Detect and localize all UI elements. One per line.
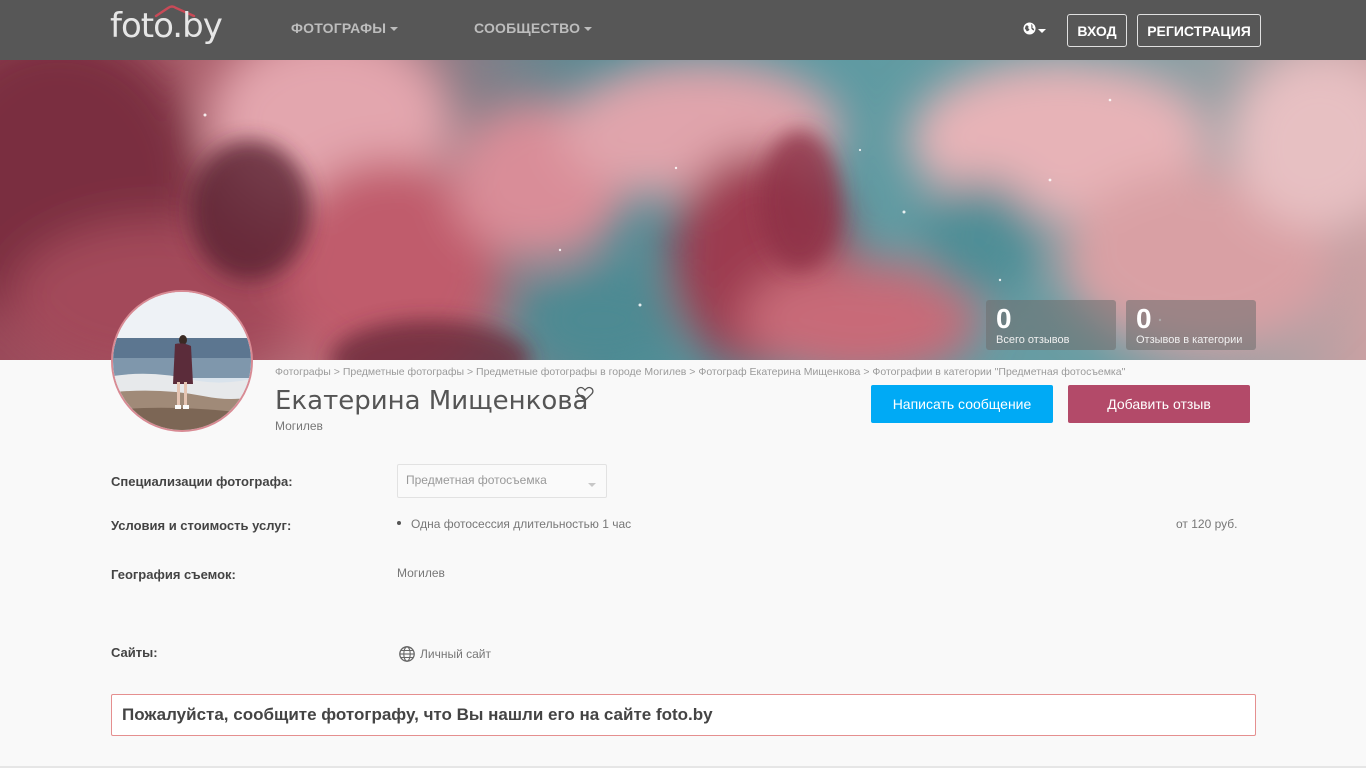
- specializations-label: Специализации фотографа:: [111, 474, 293, 489]
- bullet-icon: [397, 520, 401, 525]
- breadcrumb-separator: >: [333, 366, 340, 378]
- globe-icon: [1023, 22, 1036, 35]
- breadcrumb-separator: >: [466, 366, 474, 378]
- stat-total-reviews: 0 Всего отзывов: [986, 300, 1116, 350]
- language-selector[interactable]: [1022, 20, 1048, 40]
- globe-icon: [399, 646, 415, 662]
- service-item: Одна фотосессия длительностью 1 час: [397, 517, 631, 531]
- stat-category-reviews-value: 0: [1136, 303, 1152, 334]
- geography-label: География съемок:: [111, 567, 236, 582]
- login-button[interactable]: ВХОД: [1067, 14, 1127, 47]
- sites-label: Сайты:: [111, 645, 158, 660]
- top-navbar: foto.by ФОТОГРАФЫ СООБЩЕСТВО ВХОД РЕГИСТ…: [0, 0, 1366, 60]
- avatar[interactable]: [111, 290, 253, 432]
- breadcrumb-item[interactable]: Фотограф Екатерина Мищенкова: [698, 366, 860, 378]
- specialization-select[interactable]: Предметная фотосъемка: [397, 464, 607, 498]
- personal-site-label: Личный сайт: [420, 647, 491, 661]
- breadcrumb-item[interactable]: Предметные фотографы: [343, 366, 464, 378]
- nav-community-label: СООБЩЕСТВО: [474, 20, 581, 36]
- site-logo[interactable]: foto.by: [110, 4, 242, 48]
- logo-text: foto.by: [110, 6, 223, 46]
- favorite-heart-icon[interactable]: [576, 386, 594, 402]
- geography-value: Могилев: [397, 566, 445, 580]
- nav-photographers-menu[interactable]: ФОТОГРАФЫ: [291, 20, 399, 36]
- breadcrumb-separator: >: [863, 366, 870, 378]
- notice-banner: Пожалуйста, сообщите фотографу, что Вы н…: [111, 694, 1256, 736]
- services-label: Условия и стоимость услуг:: [111, 518, 292, 533]
- chevron-down-icon: [390, 27, 399, 32]
- send-message-button[interactable]: Написать сообщение: [871, 385, 1053, 423]
- chevron-down-icon: [588, 483, 596, 487]
- breadcrumb-separator: >: [689, 366, 696, 378]
- stat-category-reviews: 0 Отзывов в категории: [1126, 300, 1256, 350]
- photographer-city: Могилев: [275, 419, 323, 433]
- breadcrumb-item[interactable]: Фотографы: [275, 366, 331, 378]
- stat-category-reviews-label: Отзывов в категории: [1136, 334, 1243, 346]
- personal-site-link[interactable]: Личный сайт: [399, 646, 491, 662]
- service-name: Одна фотосессия длительностью 1 час: [411, 517, 632, 531]
- breadcrumb: Фотографы > Предметные фотографы > Предм…: [275, 366, 1125, 378]
- register-button[interactable]: РЕГИСТРАЦИЯ: [1137, 14, 1261, 47]
- stat-total-reviews-value: 0: [996, 303, 1012, 334]
- breadcrumb-item[interactable]: Предметные фотографы в городе Могилев: [476, 366, 686, 378]
- breadcrumb-item[interactable]: Фотографии в категории "Предметная фотос…: [872, 366, 1125, 378]
- nav-community-menu[interactable]: СООБЩЕСТВО: [474, 20, 593, 36]
- chevron-down-icon: [1038, 29, 1046, 33]
- add-review-button[interactable]: Добавить отзыв: [1068, 385, 1250, 423]
- notice-text: Пожалуйста, сообщите фотографу, что Вы н…: [122, 705, 713, 724]
- specialization-selected-value: Предметная фотосъемка: [406, 473, 547, 487]
- stat-total-reviews-label: Всего отзывов: [996, 334, 1070, 346]
- photographer-name: Екатерина Мищенкова: [275, 386, 589, 416]
- nav-photographers-label: ФОТОГРАФЫ: [291, 20, 387, 36]
- chevron-down-icon: [584, 27, 593, 32]
- service-price: от 120 руб.: [1176, 517, 1238, 531]
